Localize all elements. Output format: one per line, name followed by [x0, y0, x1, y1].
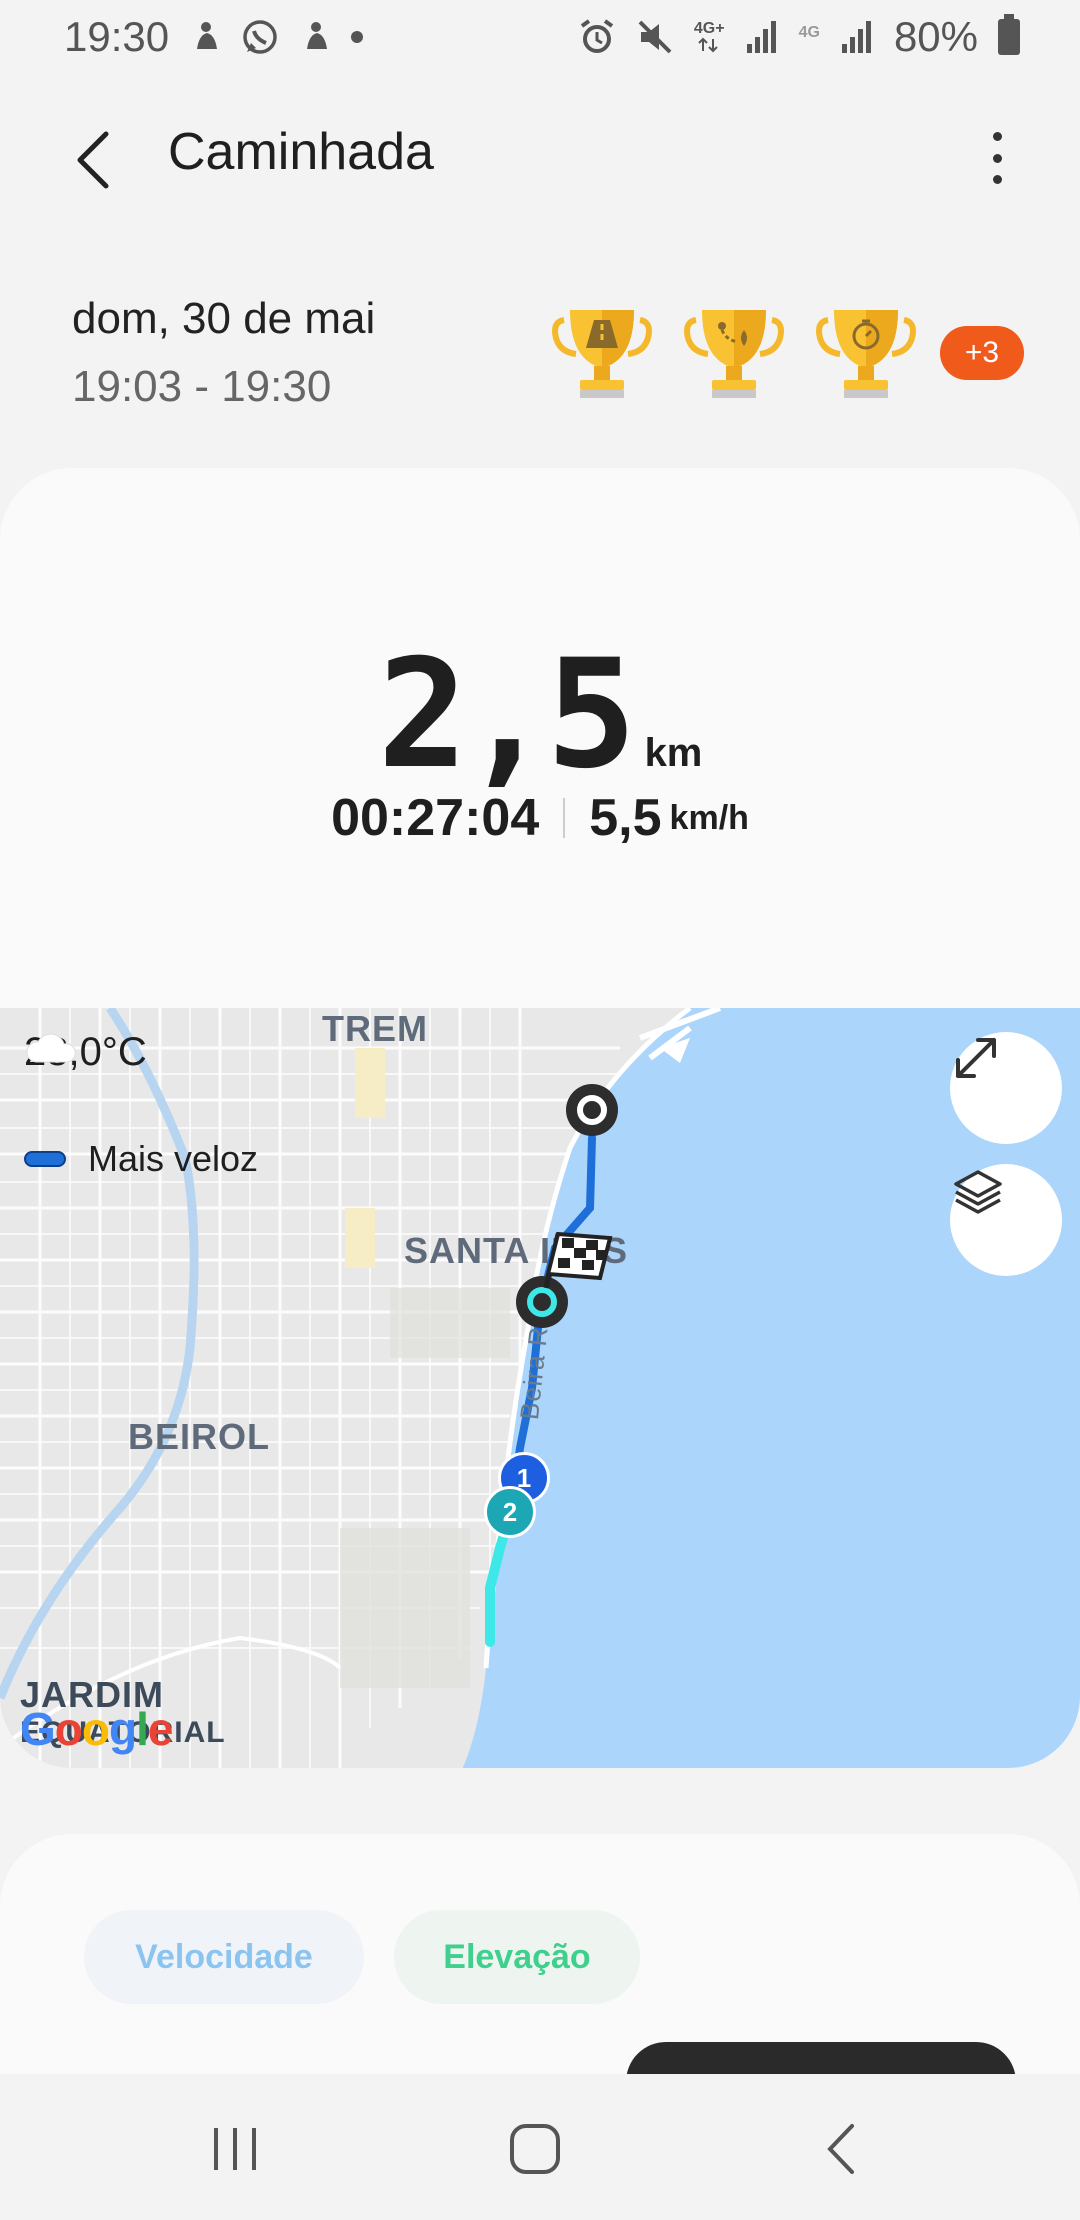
- status-bar: 19:30 4G+ 4G 80%: [0, 0, 1080, 74]
- notification-icon: [299, 19, 331, 55]
- signal-icon: [745, 20, 779, 54]
- recent-apps-icon[interactable]: [200, 2114, 270, 2184]
- alarm-icon: [578, 18, 616, 56]
- mute-icon: [636, 18, 674, 56]
- app-header: Caminhada: [0, 100, 1080, 216]
- battery-icon: [998, 14, 1020, 55]
- distance-block: 2,5 km: [0, 628, 1080, 802]
- route-map[interactable]: TREM SANTA INES BEIROL JARDIM EQUATORIAL…: [0, 1008, 1080, 1768]
- session-info: dom, 30 de mai 19:03 - 19:30 +3: [72, 290, 1032, 420]
- route-start-marker[interactable]: [564, 1082, 620, 1138]
- speed-unit: km/h: [669, 798, 749, 837]
- session-time-range: 19:03 - 19:30: [72, 362, 332, 411]
- back-arrow-icon[interactable]: [70, 130, 120, 190]
- trophy-stopwatch-icon[interactable]: [814, 304, 918, 402]
- weather-info: 28,0°C: [24, 1030, 147, 1075]
- trophies[interactable]: +3: [550, 304, 1024, 402]
- metrics-row: 00:27:04 5,5 km/h: [0, 788, 1080, 848]
- trophy-road-icon[interactable]: [550, 304, 654, 402]
- more-vert-icon[interactable]: [974, 128, 1020, 188]
- back-nav-icon[interactable]: [808, 2114, 878, 2184]
- system-nav-bar: [0, 2074, 1080, 2220]
- finish-flag-icon: [543, 1231, 613, 1289]
- trophy-route-icon[interactable]: [682, 304, 786, 402]
- dot-icon: [351, 31, 364, 43]
- expand-map-button[interactable]: [950, 1032, 1062, 1144]
- map-layers-button[interactable]: [950, 1164, 1062, 1276]
- signal-icon: [840, 20, 874, 54]
- tab-elevation[interactable]: Elevação: [394, 1910, 640, 2004]
- distance-value: 2,5: [377, 628, 637, 802]
- whatsapp-icon: [241, 18, 279, 56]
- map-legend: Mais veloz: [24, 1138, 258, 1180]
- notification-icon: [189, 19, 221, 55]
- route-marker-2[interactable]: 2: [484, 1486, 536, 1538]
- expand-icon: [956, 1038, 996, 1078]
- page-title: Caminhada: [168, 123, 434, 181]
- divider: [563, 798, 566, 838]
- charts-card: Velocidade Elevação: [0, 1834, 1080, 2102]
- map-label-beirol: BEIROL: [128, 1416, 271, 1457]
- battery-percent: 80%: [893, 13, 978, 60]
- summary-card: 2,5 km 00:27:04 5,5 km/h TREM SANTA INES…: [0, 468, 1080, 1768]
- google-logo: Google: [20, 1703, 173, 1755]
- session-date: dom, 30 de mai: [72, 294, 376, 343]
- duration-value: 00:27:04: [331, 789, 540, 847]
- status-time: 19:30: [64, 13, 170, 60]
- cloud-icon: [26, 1033, 76, 1063]
- distance-unit: km: [644, 731, 703, 775]
- network-4g-plus: 4G+: [694, 21, 725, 53]
- more-trophies-badge[interactable]: +3: [940, 326, 1024, 380]
- legend-label-fastest: Mais veloz: [88, 1138, 259, 1179]
- status-left: 19:30: [64, 13, 364, 61]
- speed-value: 5,5: [589, 789, 662, 847]
- map-label-trem: TREM: [322, 1008, 428, 1049]
- layers-icon: [954, 1170, 1002, 1214]
- home-icon[interactable]: [500, 2114, 570, 2184]
- tab-speed[interactable]: Velocidade: [84, 1910, 364, 2004]
- status-right: 4G+ 4G 80%: [578, 13, 1020, 61]
- legend-swatch-fastest: [24, 1151, 66, 1167]
- network-4g: 4G: [798, 24, 820, 41]
